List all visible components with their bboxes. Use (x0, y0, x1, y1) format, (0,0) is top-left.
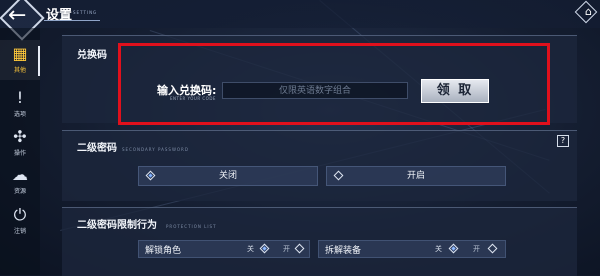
diamond-icon (333, 170, 344, 181)
active-indicator (38, 46, 40, 76)
gamepad-icon: ✣ (13, 127, 27, 146)
on-toggle[interactable] (487, 243, 498, 254)
on-label: 开 (283, 245, 290, 253)
redeem-label-en: ENTER YOUR CODE (170, 96, 216, 101)
help-icon[interactable]: ? (557, 135, 569, 147)
power-icon: ⏻ (13, 205, 27, 224)
sidebar-item-resources[interactable]: ☁ 资源 (0, 161, 40, 201)
sidebar-item-options[interactable]: ! 选项 (0, 84, 40, 124)
option-label: 开启 (406, 171, 425, 181)
sidebar-item-label: 选项 (13, 111, 26, 118)
password-title-en: SECONDARY PASSWORD (122, 147, 189, 152)
off-label: 关 (435, 245, 442, 253)
back-arrow-icon: ← (8, 3, 27, 28)
redeem-title: 兑换码 (77, 50, 107, 61)
restriction-label: 拆解装备 (325, 246, 362, 256)
claim-button[interactable]: 领 取 (421, 79, 489, 103)
sidebar-item-label: 资源 (13, 188, 26, 195)
restrictions-title-en: PROTECTION LIST (166, 224, 217, 229)
restrictions-title: 二级密码限制行为 (77, 220, 157, 231)
home-icon: ⌂ (585, 5, 592, 18)
restriction-row: 解锁角色 关 开 (138, 240, 310, 258)
sidebar-item-label: 操作 (13, 150, 26, 157)
exclamation-icon: ! (16, 88, 24, 107)
off-toggle[interactable] (448, 243, 459, 254)
sidebar-item-logout[interactable]: ⏻ 注销 (0, 201, 40, 241)
password-off-button[interactable]: 关闭 (138, 166, 318, 186)
off-label: 关 (247, 245, 254, 253)
title-underline (44, 20, 100, 21)
selected-diamond-icon (145, 170, 156, 181)
restriction-label: 解锁角色 (145, 246, 182, 256)
sidebar-item-label: 注销 (13, 228, 26, 235)
off-toggle[interactable] (259, 243, 270, 254)
option-label: 关闭 (218, 171, 237, 181)
password-on-button[interactable]: 开启 (326, 166, 506, 186)
sidebar: ▦ 其他 ! 选项 ✣ 操作 ☁ 资源 ⏻ 注销 (0, 28, 40, 275)
cloud-icon: ☁ (12, 165, 28, 184)
sidebar-item-label: 其他 (13, 67, 26, 74)
on-toggle[interactable] (294, 243, 305, 254)
restriction-row: 拆解装备 关 开 (318, 240, 506, 258)
password-title: 二级密码 (77, 143, 117, 154)
page-title-en: SETTING (73, 10, 98, 15)
sidebar-item-other[interactable]: ▦ 其他 (0, 40, 40, 80)
on-label: 开 (473, 245, 480, 253)
redeem-code-input[interactable] (222, 82, 408, 99)
grid-icon: ▦ (12, 44, 28, 63)
sidebar-item-controls[interactable]: ✣ 操作 (0, 123, 40, 163)
